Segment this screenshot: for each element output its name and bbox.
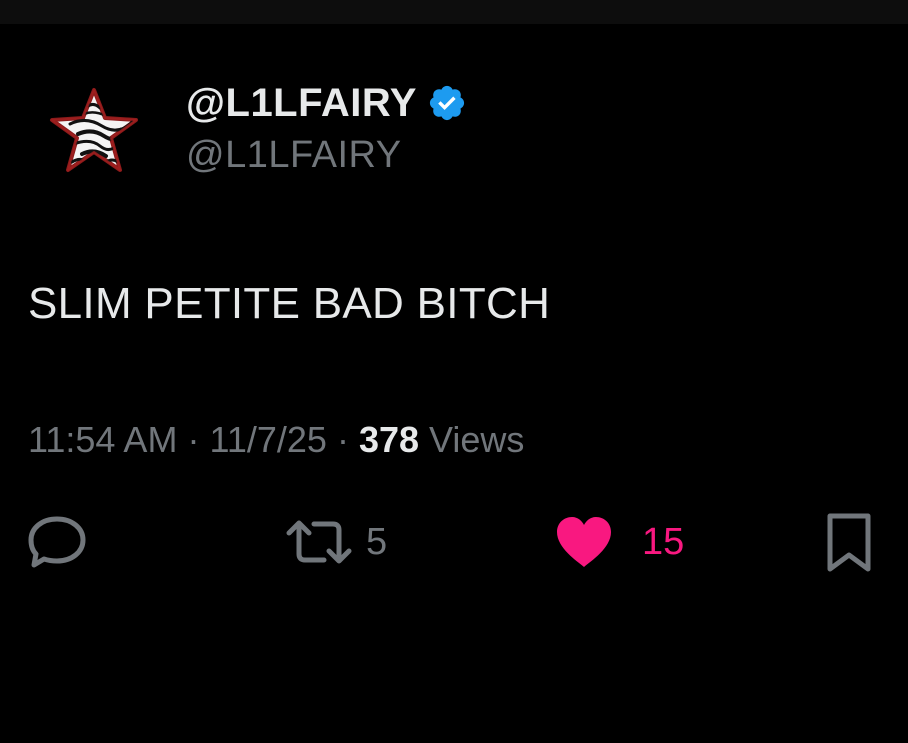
reply-icon	[28, 516, 86, 568]
meta-separator: ·	[187, 419, 200, 460]
tweet-metadata: 11:54 AM · 11/7/25 · 378 Views	[28, 418, 524, 462]
retweet-count: 5	[366, 521, 388, 563]
bookmark-icon	[827, 513, 871, 572]
like-count: 15	[642, 521, 685, 563]
tweet-time[interactable]: 11:54 AM	[28, 419, 177, 460]
like-button[interactable]: 15	[554, 510, 684, 574]
heart-icon	[557, 517, 611, 567]
status-bar-strip	[0, 0, 908, 24]
reply-button[interactable]	[26, 510, 88, 574]
zebra-star-icon	[50, 88, 138, 172]
author-name-row[interactable]: @L1LFAIRY	[186, 80, 467, 126]
retweet-button[interactable]: 5	[286, 510, 387, 574]
bookmark-button[interactable]	[824, 510, 874, 574]
verified-badge-icon[interactable]	[427, 83, 467, 123]
display-name[interactable]: @L1LFAIRY	[186, 80, 417, 126]
views-label: Views	[429, 419, 525, 460]
author-handle[interactable]: @L1LFAIRY	[186, 132, 402, 178]
tweet-text: SLIM PETITE BAD BITCH	[28, 279, 551, 328]
tweet-date[interactable]: 11/7/25	[209, 419, 326, 460]
meta-separator: ·	[336, 419, 349, 460]
retweet-icon	[286, 520, 352, 564]
views-count[interactable]: 378	[359, 419, 419, 460]
avatar[interactable]	[48, 86, 140, 176]
